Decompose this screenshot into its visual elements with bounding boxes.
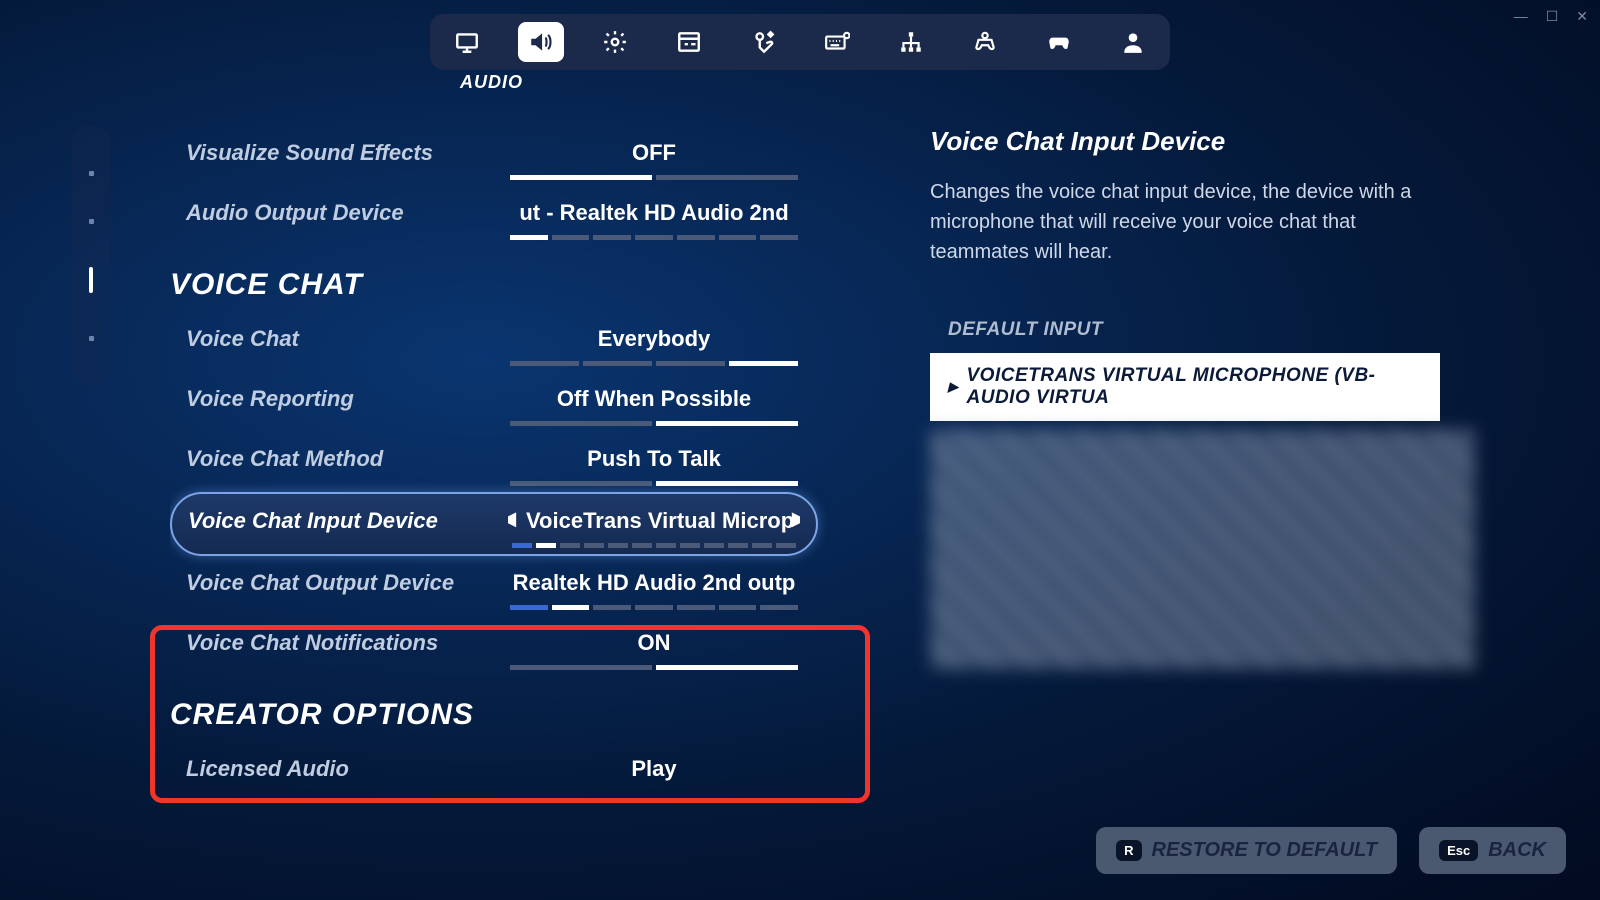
bottom-buttons: R RESTORE TO DEFAULT Esc BACK: [1096, 827, 1566, 874]
setting-label: Voice Chat Method: [186, 446, 506, 472]
setting-value: Push To Talk: [506, 446, 802, 472]
setting-voice-chat-method[interactable]: Voice Chat MethodPush To Talk: [170, 432, 818, 492]
setting-voice-chat[interactable]: Voice ChatEverybody: [170, 312, 818, 372]
tab-keyboard[interactable]: [814, 22, 860, 62]
indicator-active: [89, 267, 93, 293]
blurred-options: [930, 429, 1475, 669]
setting-value: Everybody: [506, 326, 802, 352]
device-option[interactable]: DEFAULT INPUT: [930, 307, 1440, 353]
tab-audio[interactable]: [518, 22, 564, 62]
option-text: DEFAULT INPUT: [948, 319, 1103, 340]
setting-value: ut - Realtek HD Audio 2nd: [506, 200, 802, 226]
device-option[interactable]: ▶ VOICETRANS VIRTUAL MICROPHONE (VB-AUDIO…: [930, 353, 1440, 421]
tab-controller[interactable]: [1036, 22, 1082, 62]
restore-default-button[interactable]: R RESTORE TO DEFAULT: [1096, 827, 1397, 874]
section-indicator: [72, 126, 110, 386]
setting-value: VoiceTrans Virtual Microp◀▶: [508, 508, 800, 534]
setting-label: Voice Chat: [186, 326, 506, 352]
maximize-icon[interactable]: ☐: [1546, 8, 1559, 25]
option-ticks: [510, 235, 798, 240]
section-header: CREATOR OPTIONS: [170, 676, 818, 742]
option-text: VOICETRANS VIRTUAL MICROPHONE (VB-AUDIO …: [967, 365, 1423, 409]
setting-label: Visualize Sound Effects: [186, 140, 506, 166]
tab-controller-settings[interactable]: [962, 22, 1008, 62]
setting-voice-chat-input-device[interactable]: Voice Chat Input DeviceVoiceTrans Virtua…: [170, 492, 818, 556]
tab-video[interactable]: [444, 22, 490, 62]
tab-network[interactable]: [888, 22, 934, 62]
active-tab-label: AUDIO: [460, 72, 523, 93]
setting-label: Voice Chat Output Device: [186, 570, 506, 596]
setting-voice-reporting[interactable]: Voice ReportingOff When Possible: [170, 372, 818, 432]
settings-list: Visualize Sound EffectsOFFAudio Output D…: [170, 126, 834, 856]
setting-label: Audio Output Device: [186, 200, 506, 226]
minimize-icon[interactable]: —: [1514, 8, 1528, 25]
setting-value: Play: [506, 756, 802, 782]
tab-touch[interactable]: [740, 22, 786, 62]
setting-value: Realtek HD Audio 2nd outp: [506, 570, 802, 596]
setting-licensed-audio[interactable]: Licensed AudioPlay: [170, 742, 818, 802]
close-icon[interactable]: ✕: [1576, 8, 1588, 25]
indicator-dot: [89, 219, 94, 224]
tab-game[interactable]: [592, 22, 638, 62]
setting-label: Voice Chat Input Device: [188, 508, 508, 534]
prev-option-icon[interactable]: ◀: [508, 508, 516, 529]
indicator-dot: [89, 171, 94, 176]
setting-voice-chat-notifications[interactable]: Voice Chat NotificationsON: [170, 616, 818, 676]
setting-visualize-sound-effects[interactable]: Visualize Sound EffectsOFF: [170, 126, 818, 186]
setting-value: ON: [506, 630, 802, 656]
setting-value: Off When Possible: [506, 386, 802, 412]
device-options: DEFAULT INPUT ▶ VOICETRANS VIRTUAL MICROPH…: [930, 307, 1440, 421]
indicator-dot: [89, 336, 94, 341]
window-controls: — ☐ ✕: [1514, 8, 1588, 25]
option-ticks: [512, 543, 796, 548]
settings-tabs: [430, 14, 1170, 70]
option-ticks: [510, 175, 798, 180]
option-ticks: [510, 481, 798, 486]
back-label: BACK: [1488, 839, 1546, 862]
info-panel: Voice Chat Input Device Changes the voic…: [930, 126, 1440, 669]
info-title: Voice Chat Input Device: [930, 126, 1440, 157]
tab-account[interactable]: [1110, 22, 1156, 62]
option-ticks: [510, 605, 798, 610]
setting-value: OFF: [506, 140, 802, 166]
option-ticks: [510, 361, 798, 366]
option-ticks: [510, 421, 798, 426]
back-button[interactable]: Esc BACK: [1419, 827, 1566, 874]
section-header: VOICE CHAT: [170, 246, 818, 312]
tab-ui[interactable]: [666, 22, 712, 62]
info-description: Changes the voice chat input device, the…: [930, 177, 1440, 267]
setting-audio-output-device[interactable]: Audio Output Deviceut - Realtek HD Audio…: [170, 186, 818, 246]
setting-label: Voice Reporting: [186, 386, 506, 412]
caret-right-icon: ▶: [948, 379, 959, 395]
key-hint-r: R: [1116, 840, 1141, 861]
option-ticks: [510, 665, 798, 670]
setting-voice-chat-output-device[interactable]: Voice Chat Output DeviceRealtek HD Audio…: [170, 556, 818, 616]
setting-label: Licensed Audio: [186, 756, 506, 782]
next-option-icon[interactable]: ▶: [792, 508, 800, 529]
restore-label: RESTORE TO DEFAULT: [1152, 839, 1378, 862]
key-hint-esc: Esc: [1439, 840, 1478, 861]
setting-label: Voice Chat Notifications: [186, 630, 506, 656]
